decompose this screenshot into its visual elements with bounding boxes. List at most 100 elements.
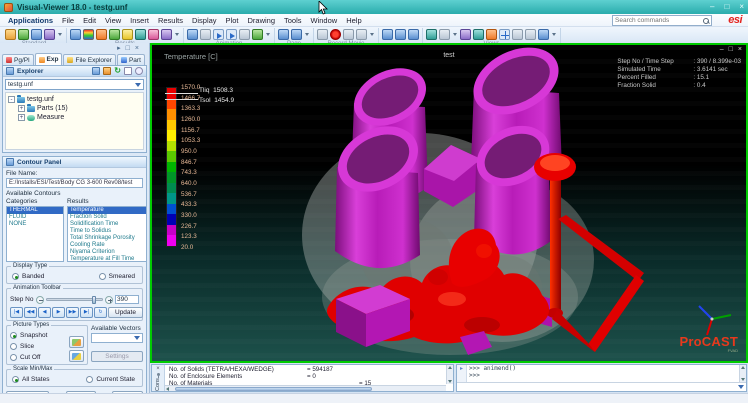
pick-more-icon[interactable] — [453, 33, 457, 36]
tree-item-parts[interactable]: + Parts (15) — [8, 104, 141, 113]
radio-cutoff[interactable]: Cut Off — [10, 353, 69, 362]
scroll-thumb[interactable] — [175, 387, 372, 391]
step-increase-icon[interactable] — [105, 296, 113, 304]
panel-restore-icon[interactable]: □ — [126, 45, 130, 52]
result-temp-at-fill[interactable]: Temperature at Fill Time — [68, 256, 146, 262]
last-frame-icon[interactable] — [239, 29, 250, 40]
globe-icon[interactable] — [426, 29, 437, 40]
save-icon[interactable] — [44, 29, 55, 40]
window-layout-2-icon[interactable] — [395, 29, 406, 40]
pick-icon[interactable] — [439, 29, 450, 40]
fringe-icon[interactable] — [83, 29, 94, 40]
tree-item-root[interactable]: - testg.unf — [8, 95, 141, 104]
window-layout-3-icon[interactable] — [408, 29, 419, 40]
animation-more-icon[interactable] — [266, 33, 270, 36]
contour-icon[interactable] — [70, 29, 81, 40]
iso-spheres-icon[interactable] — [96, 29, 107, 40]
category-thermal[interactable]: THERMAL — [7, 207, 63, 214]
console-vscrollbar[interactable] — [446, 365, 453, 384]
record-icon[interactable] — [330, 29, 341, 40]
terminal-lines[interactable]: >>> animend() >>> — [467, 365, 739, 382]
page-more-icon[interactable] — [305, 33, 309, 36]
result-temperature[interactable]: Temperature — [68, 207, 146, 214]
previous-page-icon[interactable] — [278, 29, 289, 40]
copy-icon[interactable] — [31, 29, 42, 40]
scroll-up-icon[interactable] — [741, 366, 745, 369]
film-icon[interactable] — [317, 29, 328, 40]
cutoff-tool-button[interactable] — [69, 350, 84, 362]
first-frame-icon[interactable] — [200, 29, 211, 40]
scroll-up-icon[interactable] — [448, 366, 452, 369]
scroll-down-icon[interactable] — [741, 378, 745, 381]
update-button[interactable]: Update — [108, 307, 143, 318]
window-layout-1-icon[interactable] — [382, 29, 393, 40]
pause-icon[interactable] — [343, 29, 354, 40]
menu-help[interactable]: Help — [346, 16, 361, 25]
filter-icon[interactable] — [92, 67, 100, 75]
viewport-3d[interactable]: – □ × Temperature [C] test Step No / Tim… — [150, 43, 748, 363]
result-fraction-solid[interactable]: Fraction Solid — [68, 214, 146, 221]
import-icon[interactable] — [18, 29, 29, 40]
slider-thumb[interactable] — [92, 296, 96, 304]
menu-view[interactable]: View — [105, 16, 121, 25]
tree-item-measure[interactable]: + Measure — [8, 113, 141, 122]
zoom-window-icon[interactable] — [512, 29, 523, 40]
open-icon[interactable] — [5, 29, 16, 40]
export-animation-icon[interactable] — [252, 29, 263, 40]
stop-icon[interactable] — [356, 29, 367, 40]
tab-part[interactable]: Part — [117, 54, 145, 65]
pan-icon[interactable] — [499, 29, 510, 40]
minimize-icon[interactable]: – — [710, 0, 714, 14]
menu-window[interactable]: Window — [311, 16, 338, 25]
radio-smeared[interactable]: Smeared — [99, 272, 135, 281]
expand-icon[interactable]: + — [18, 114, 25, 121]
scroll-left-icon[interactable] — [166, 387, 169, 391]
viewport-close-icon[interactable]: × — [738, 45, 742, 54]
search-icon[interactable] — [703, 18, 709, 24]
tab-pgpl[interactable]: Pg/Pl — [2, 54, 34, 65]
standard-more-icon[interactable] — [58, 33, 62, 36]
scroll-down-icon[interactable] — [448, 380, 452, 383]
terminal-vscrollbar[interactable] — [739, 365, 746, 382]
spin-icon[interactable] — [486, 29, 497, 40]
step-slider[interactable] — [46, 298, 104, 301]
results-more-icon[interactable] — [175, 33, 179, 36]
play-button[interactable]: ▶ — [52, 307, 65, 318]
section-icon[interactable] — [109, 29, 120, 40]
result-time-to-solidus[interactable]: Time to Solidus — [68, 228, 146, 235]
slice-tool-button[interactable] — [69, 336, 84, 348]
fast-forward-button[interactable]: ▶▶ — [66, 307, 79, 318]
probe-icon[interactable] — [148, 29, 159, 40]
console-hscrollbar[interactable] — [165, 385, 446, 391]
search-input[interactable] — [615, 17, 703, 24]
viewport-restore-icon[interactable]: □ — [729, 45, 733, 54]
fit-icon[interactable] — [538, 29, 549, 40]
result-solidification-time[interactable]: Solidification Time — [68, 221, 146, 228]
layers-icon[interactable] — [122, 29, 133, 40]
radio-current-state[interactable]: Current State — [86, 375, 135, 384]
tab-file-explorer[interactable]: File Explorer — [63, 54, 115, 65]
rotate-icon[interactable] — [473, 29, 484, 40]
menu-plot[interactable]: Plot — [226, 16, 239, 25]
refresh-icon[interactable]: ↻ — [114, 67, 121, 75]
options-icon[interactable] — [135, 67, 143, 75]
maximize-icon[interactable]: □ — [724, 0, 729, 14]
radio-all-states[interactable]: All States — [12, 375, 49, 384]
terminal-input[interactable] — [457, 382, 746, 391]
menu-insert[interactable]: Insert — [130, 16, 149, 25]
menu-applications[interactable]: Applications — [8, 16, 53, 25]
next-frame-icon[interactable] — [226, 29, 237, 40]
frame-icon[interactable] — [187, 29, 198, 40]
console-close-icon[interactable]: × — [156, 366, 160, 372]
annotate-icon[interactable] — [460, 29, 471, 40]
category-none[interactable]: NONE — [7, 221, 63, 228]
category-fluid[interactable]: FLUID — [7, 214, 63, 221]
menu-results[interactable]: Results — [158, 16, 183, 25]
panel-float-icon[interactable]: ▸ — [117, 44, 121, 52]
tab-exp[interactable]: Exp — [35, 53, 63, 65]
go-first-button[interactable]: |◀ — [10, 307, 23, 318]
go-last-button[interactable]: ▶| — [80, 307, 93, 318]
menu-edit[interactable]: Edit — [83, 16, 96, 25]
paint-icon[interactable] — [135, 29, 146, 40]
expand-icon[interactable]: + — [18, 105, 25, 112]
